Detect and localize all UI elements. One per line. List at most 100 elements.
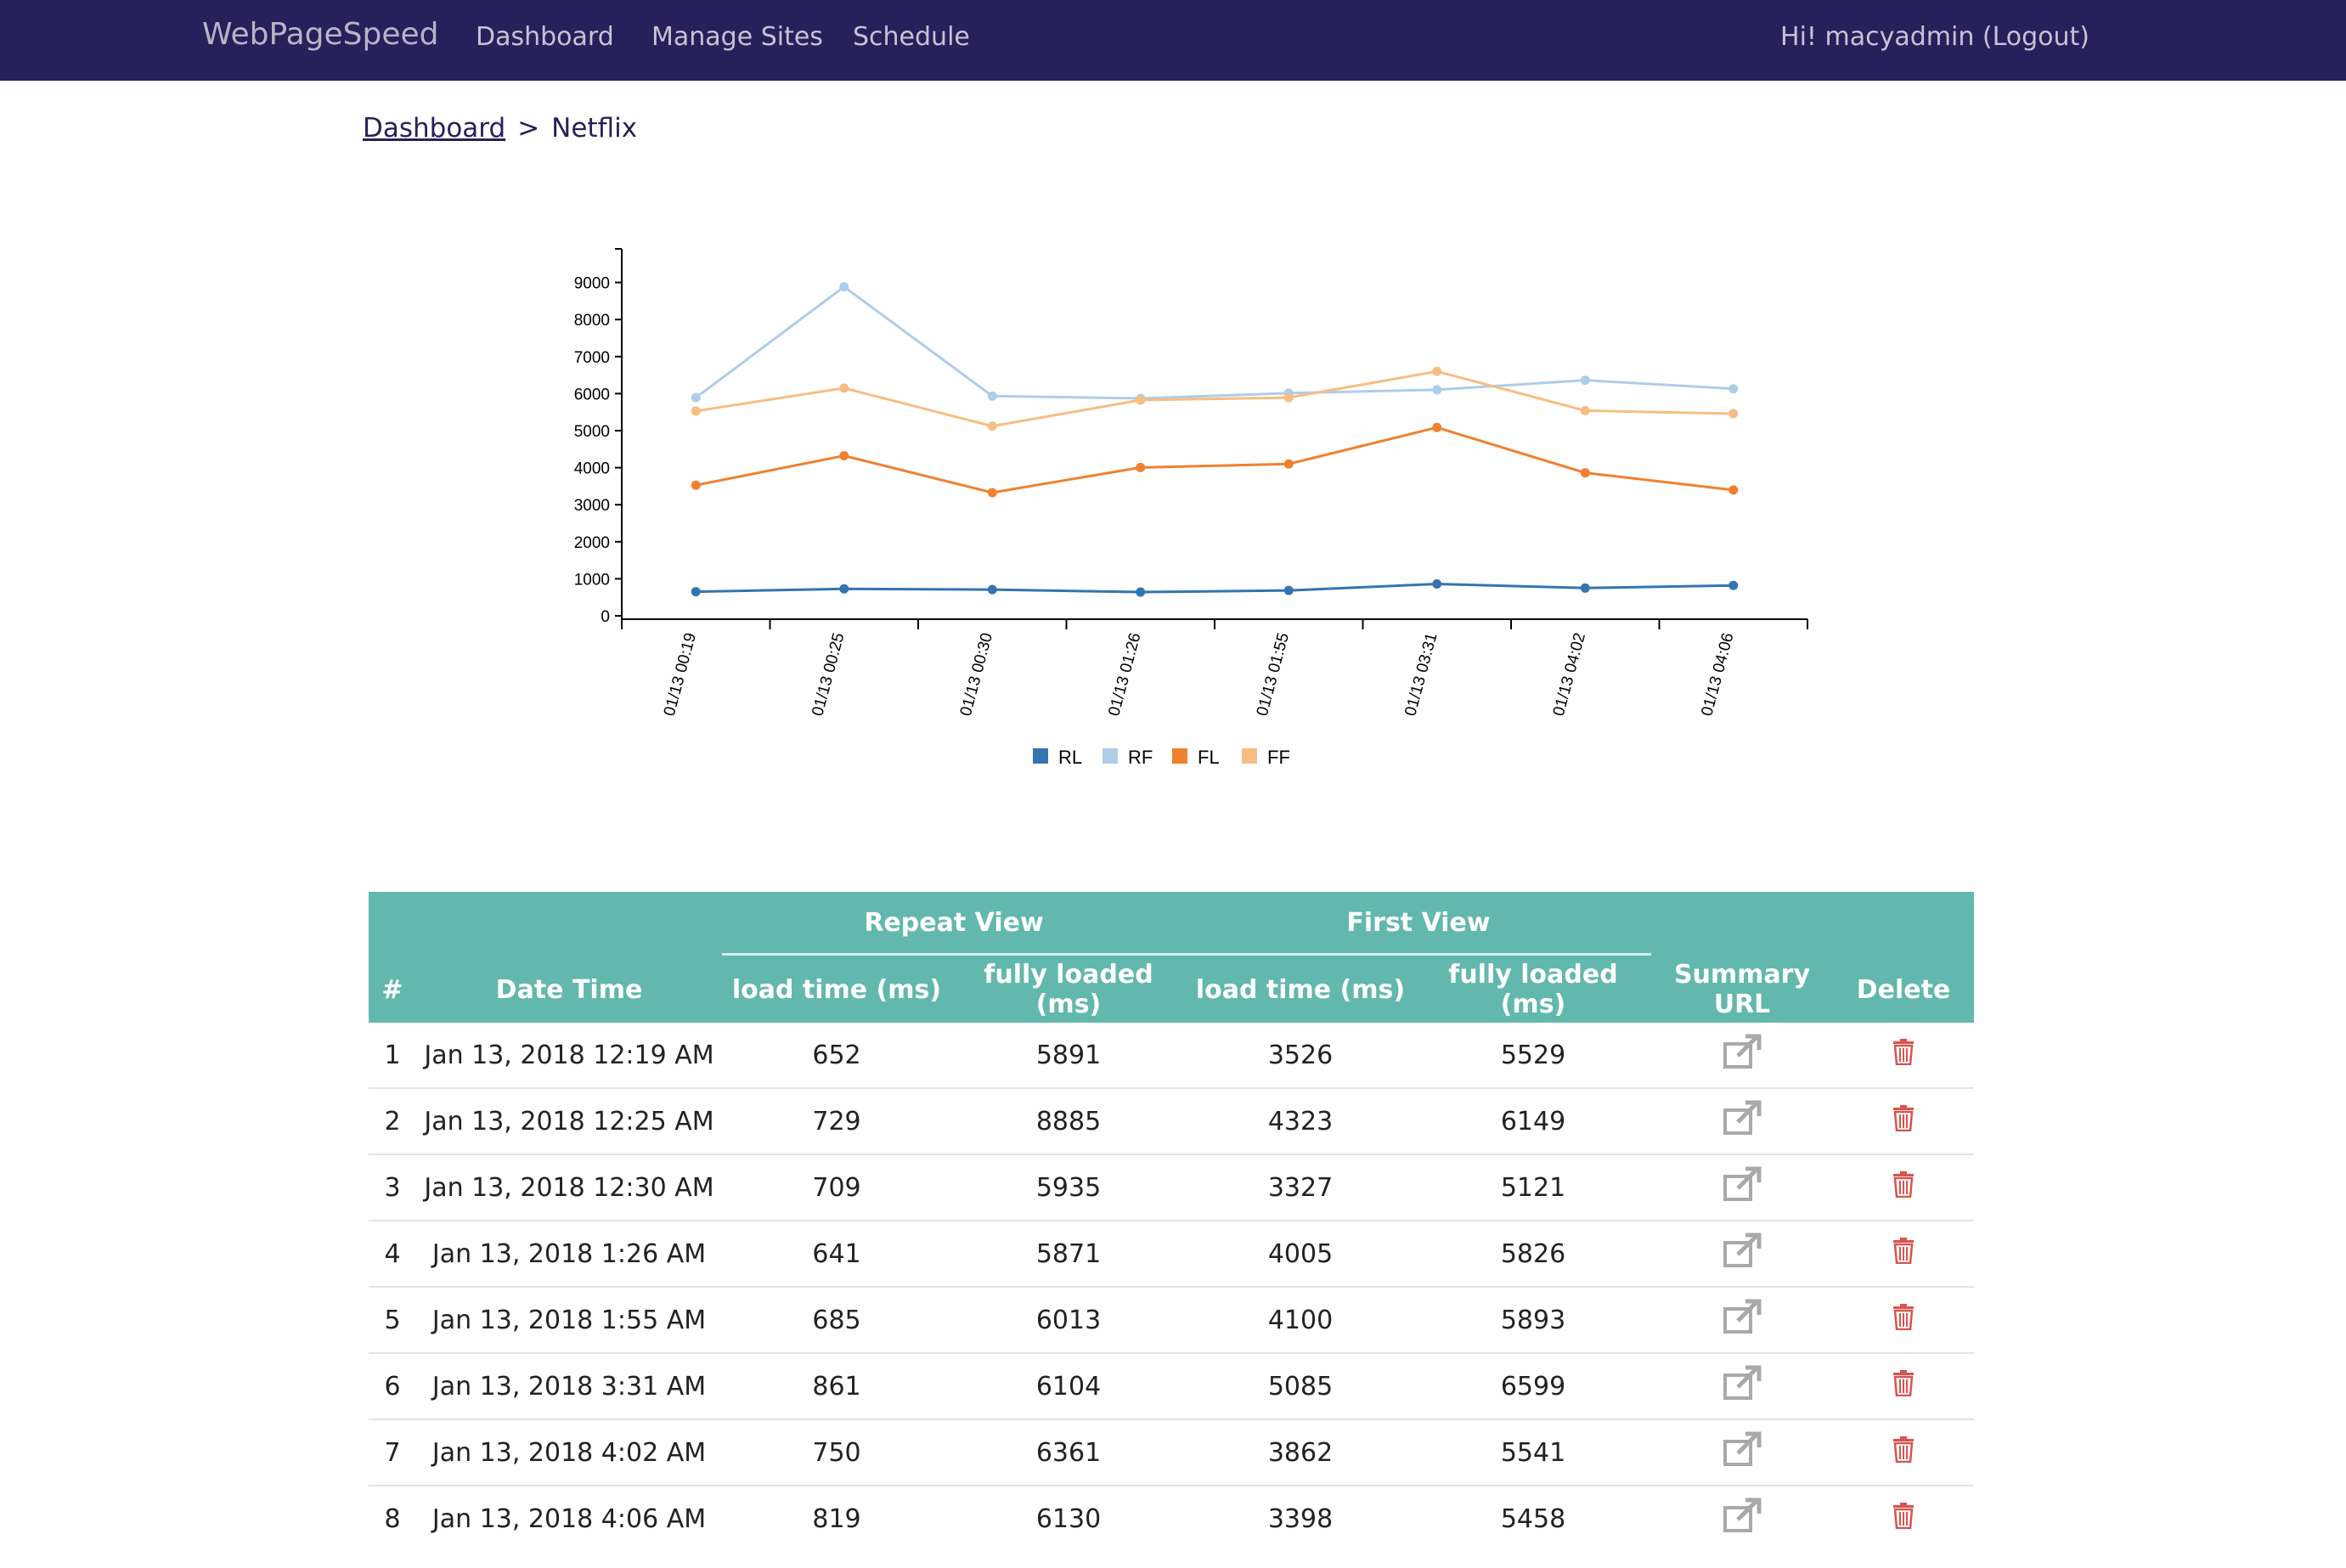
- data-point-rf: [839, 282, 849, 292]
- col-header-summary-url: Summary URL: [1673, 960, 1811, 1019]
- trash-icon[interactable]: [1892, 1502, 1915, 1536]
- header-blank: [416, 892, 722, 956]
- nav-schedule[interactable]: Schedule: [853, 22, 970, 52]
- external-link-icon[interactable]: [1723, 1166, 1762, 1209]
- y-tick-label: 0: [601, 608, 610, 626]
- cell-summary-url: [1651, 1286, 1833, 1353]
- trash-icon[interactable]: [1892, 1170, 1915, 1204]
- trash-icon[interactable]: [1892, 1369, 1915, 1403]
- cell-summary-url: [1651, 1419, 1833, 1486]
- cell-index: 3: [369, 1153, 416, 1221]
- data-point-fl: [987, 488, 997, 498]
- cell-repeat-fully: 5935: [951, 1153, 1186, 1221]
- cell-repeat-load: 750: [722, 1419, 951, 1486]
- cell-summary-url: [1651, 1153, 1833, 1221]
- y-tick-label: 4000: [574, 460, 610, 478]
- y-tick-label: 5000: [574, 423, 610, 441]
- x-tick-label: 01/13 04:06: [1698, 631, 1737, 718]
- x-tick-label: 01/13 00:30: [957, 631, 996, 718]
- data-point-ff: [1432, 366, 1442, 376]
- x-tick-label: 01/13 01:26: [1105, 631, 1144, 718]
- breadcrumb-separator: >: [517, 113, 540, 144]
- external-link-icon[interactable]: [1723, 1232, 1762, 1275]
- col-header-delete: Delete: [1856, 974, 1951, 1005]
- legend-label-rl: RL: [1058, 747, 1082, 768]
- cell-delete: [1833, 1220, 1974, 1287]
- cell-index: 2: [369, 1087, 416, 1154]
- external-link-icon[interactable]: [1723, 1431, 1762, 1474]
- table-row: 8 Jan 13, 2018 4:06 AM 819 6130 3398 5458: [369, 1485, 1974, 1551]
- cell-repeat-fully: 6130: [951, 1485, 1186, 1551]
- data-point-fl: [1136, 462, 1146, 472]
- cell-repeat-fully: 6013: [951, 1286, 1186, 1353]
- cell-first-load: 4100: [1186, 1286, 1415, 1353]
- table-row: 5 Jan 13, 2018 1:55 AM 685 6013 4100 5893: [369, 1286, 1974, 1353]
- col-header-index: #: [381, 974, 403, 1005]
- breadcrumb: Dashboard > Netflix: [363, 113, 637, 144]
- legend-label-rf: RF: [1128, 747, 1153, 768]
- external-link-icon[interactable]: [1723, 1100, 1762, 1142]
- trash-icon[interactable]: [1892, 1435, 1915, 1469]
- external-link-icon[interactable]: [1723, 1299, 1762, 1341]
- cell-first-load: 3526: [1267, 1040, 1334, 1070]
- top-navbar: WebPageSpeed Dashboard Manage Sites Sche…: [0, 0, 2346, 81]
- trash-icon[interactable]: [1892, 1038, 1915, 1072]
- brand-logo[interactable]: WebPageSpeed: [202, 17, 439, 52]
- external-link-icon[interactable]: [1723, 1497, 1762, 1540]
- trash-icon[interactable]: [1892, 1303, 1915, 1337]
- cell-first-load: 4323: [1186, 1087, 1415, 1154]
- cell-delete: [1833, 1153, 1974, 1221]
- cell-datetime: Jan 13, 2018 4:06 AM: [416, 1485, 722, 1551]
- external-link-icon[interactable]: [1723, 1365, 1762, 1407]
- header-blank: [1651, 892, 1833, 956]
- cell-datetime: Jan 13, 2018 12:30 AM: [416, 1153, 722, 1221]
- external-link-icon[interactable]: [1723, 1034, 1762, 1076]
- data-point-rl: [1580, 583, 1590, 593]
- trash-icon[interactable]: [1892, 1104, 1915, 1138]
- cell-first-fully: 5893: [1415, 1286, 1651, 1353]
- data-point-fl: [1283, 459, 1294, 469]
- cell-summary-url: [1651, 1087, 1833, 1154]
- cell-datetime: Jan 13, 2018 1:26 AM: [416, 1220, 722, 1287]
- data-point-ff: [839, 383, 849, 393]
- header-group-first-view: First View: [1186, 892, 1651, 956]
- trash-icon[interactable]: [1892, 1237, 1915, 1271]
- cell-repeat-load: 729: [722, 1087, 951, 1154]
- cell-first-load: 3327: [1186, 1153, 1415, 1221]
- data-point-ff: [691, 406, 701, 416]
- cell-index: 1: [384, 1040, 401, 1070]
- y-tick-label: 1000: [574, 571, 610, 589]
- cell-first-fully: 6149: [1415, 1087, 1651, 1154]
- nav-manage-sites[interactable]: Manage Sites: [651, 22, 823, 52]
- cell-datetime: Jan 13, 2018 1:55 AM: [416, 1286, 722, 1353]
- col-header-repeat-load: load time (ms): [731, 974, 942, 1005]
- series-line-rf: [695, 285, 1734, 400]
- data-point-rl: [987, 584, 997, 595]
- cell-first-fully: 5541: [1415, 1419, 1651, 1486]
- user-logout-link[interactable]: Hi! macyadmin (Logout): [1780, 22, 2089, 52]
- cell-delete: [1833, 1286, 1974, 1353]
- data-point-rf: [1580, 375, 1590, 386]
- table-row: 6 Jan 13, 2018 3:31 AM 861 6104 5085 6599: [369, 1352, 1974, 1419]
- cell-first-load: 3398: [1186, 1485, 1415, 1551]
- legend-swatch-rf: [1103, 748, 1118, 764]
- data-point-rl: [1728, 580, 1739, 590]
- legend-swatch-fl: [1172, 748, 1187, 764]
- cell-repeat-load: 685: [722, 1286, 951, 1353]
- cell-delete: [1833, 1023, 1974, 1088]
- data-point-rf: [691, 392, 701, 403]
- data-point-fl: [839, 451, 849, 461]
- cell-repeat-fully: 6361: [951, 1419, 1186, 1486]
- col-header-datetime: Date Time: [495, 974, 643, 1005]
- cell-datetime: Jan 13, 2018 12:25 AM: [416, 1087, 722, 1154]
- y-tick-label: 9000: [574, 275, 610, 293]
- cell-repeat-load: 861: [722, 1352, 951, 1419]
- series-line-rl: [696, 582, 1734, 594]
- table-row: 4 Jan 13, 2018 1:26 AM 641 5871 4005 5826: [369, 1220, 1974, 1287]
- y-tick-label: 7000: [574, 349, 610, 367]
- cell-repeat-fully: 5891: [1035, 1040, 1102, 1070]
- nav-dashboard[interactable]: Dashboard: [476, 22, 614, 52]
- cell-summary-url: [1651, 1485, 1833, 1551]
- breadcrumb-dashboard-link[interactable]: Dashboard: [363, 113, 505, 144]
- cell-first-fully: 6599: [1415, 1352, 1651, 1419]
